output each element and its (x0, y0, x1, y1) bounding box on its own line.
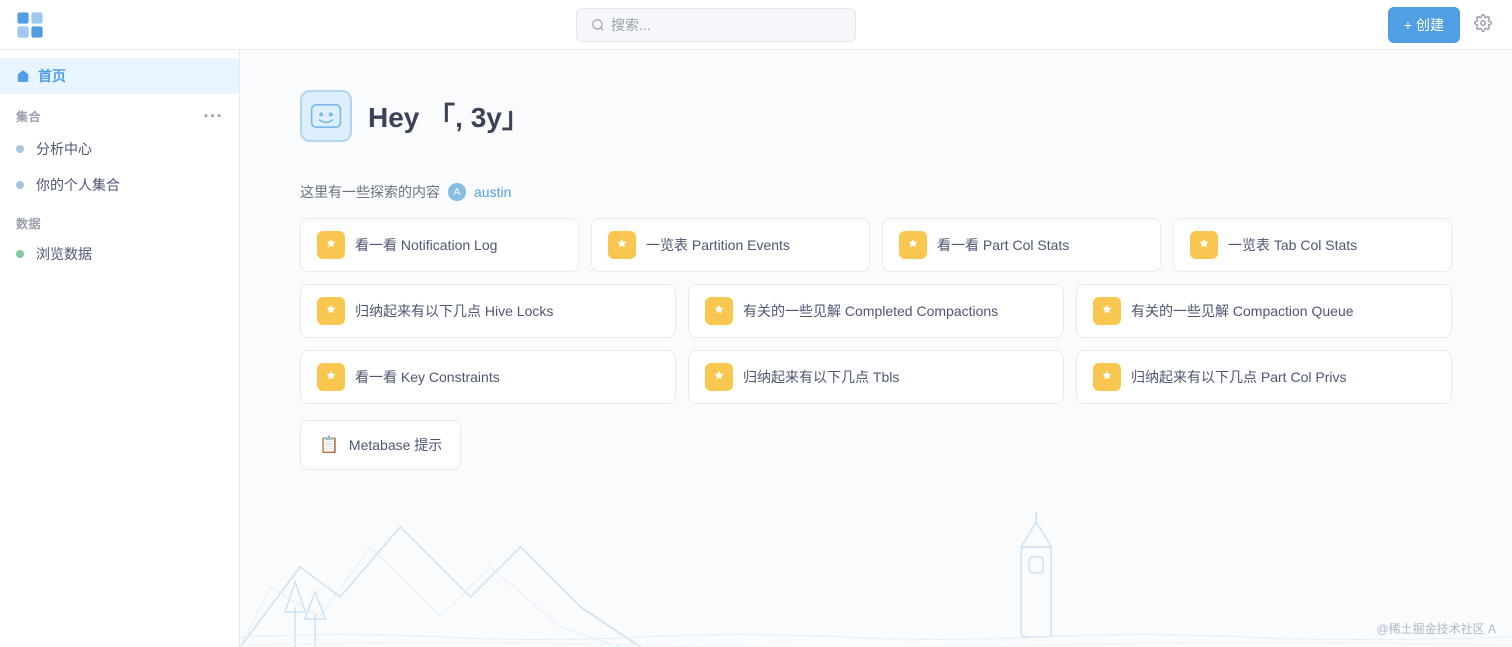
sidebar-personal-label: 你的个人集合 (36, 175, 120, 195)
gear-icon (1474, 14, 1492, 32)
main-content-area: Hey 「, 3y」 这里有一些探索的内容 A austin 看一看 Notif… (240, 50, 1512, 647)
card-partition-events[interactable]: 一览表 Partition Events (591, 218, 870, 272)
sidebar: 首页 集合 ··· 分析中心 你的个人集合 数据 浏览数据 (0, 50, 240, 647)
card-label: 归纳起来有以下几点 Tbls (743, 367, 899, 387)
greeting-avatar (300, 90, 352, 142)
card-icon-4 (1190, 231, 1218, 259)
navbar-right: + 创建 (1388, 7, 1496, 43)
sidebar-section-data: 数据 (0, 203, 239, 236)
search-placeholder: 搜索... (611, 15, 651, 35)
search-icon (591, 18, 605, 32)
card-part-col-privs[interactable]: 归纳起来有以下几点 Part Col Privs (1076, 350, 1452, 404)
hint-card-label: Metabase 提示 (349, 435, 442, 455)
main-content: Hey 「, 3y」 这里有一些探索的内容 A austin 看一看 Notif… (240, 50, 1512, 510)
user-avatar-icon: A (448, 183, 466, 201)
card-label: 看一看 Key Constraints (355, 367, 500, 387)
card-label: 一览表 Tab Col Stats (1228, 235, 1357, 255)
sidebar-section-collections: 集合 ··· (0, 94, 239, 131)
navbar-left (16, 11, 44, 39)
section-label: 这里有一些探索的内容 (300, 182, 440, 202)
card-icon-1 (317, 231, 345, 259)
card-grid: 看一看 Notification Log 一览表 Partition Event… (300, 218, 1452, 404)
card-icon-7 (1093, 297, 1121, 325)
hint-icon: 📋 (319, 435, 339, 455)
create-button[interactable]: + 创建 (1388, 7, 1460, 43)
card-icon-5 (317, 297, 345, 325)
card-notification-log[interactable]: 看一看 Notification Log (300, 218, 579, 272)
collections-more-icon[interactable]: ··· (204, 106, 223, 127)
card-label: 有关的一些见解 Compaction Queue (1131, 301, 1354, 321)
analytics-dot (16, 145, 24, 153)
sidebar-item-home[interactable]: 首页 (0, 58, 239, 94)
sidebar-item-personal[interactable]: 你的个人集合 (0, 167, 239, 203)
browse-dot (16, 250, 24, 258)
card-icon-8 (317, 363, 345, 391)
card-label: 看一看 Notification Log (355, 235, 497, 255)
card-key-constraints[interactable]: 看一看 Key Constraints (300, 350, 676, 404)
card-label: 看一看 Part Col Stats (937, 235, 1069, 255)
card-tab-col-stats[interactable]: 一览表 Tab Col Stats (1173, 218, 1452, 272)
card-tbls[interactable]: 归纳起来有以下几点 Tbls (688, 350, 1064, 404)
sidebar-home-label: 首页 (38, 66, 66, 86)
search-bar[interactable]: 搜索... (576, 8, 856, 42)
hint-card[interactable]: 📋 Metabase 提示 (300, 420, 461, 470)
card-icon-2 (608, 231, 636, 259)
card-icon-3 (899, 231, 927, 259)
sidebar-analytics-label: 分析中心 (36, 139, 92, 159)
card-hive-locks[interactable]: 归纳起来有以下几点 Hive Locks (300, 284, 676, 338)
card-compaction-queue[interactable]: 有关的一些见解 Compaction Queue (1076, 284, 1452, 338)
settings-button[interactable] (1470, 10, 1496, 39)
layout: 首页 集合 ··· 分析中心 你的个人集合 数据 浏览数据 (0, 50, 1512, 647)
personal-dot (16, 181, 24, 189)
greeting-text: Hey 「, 3y」 (368, 96, 530, 136)
navbar: 搜索... + 创建 (0, 0, 1512, 50)
card-part-col-stats[interactable]: 看一看 Part Col Stats (882, 218, 1161, 272)
sidebar-browse-label: 浏览数据 (36, 244, 92, 264)
card-row-2: 归纳起来有以下几点 Hive Locks 有关的一些见解 Completed C… (300, 284, 1452, 338)
card-completed-compactions[interactable]: 有关的一些见解 Completed Compactions (688, 284, 1064, 338)
card-row-3: 看一看 Key Constraints 归纳起来有以下几点 Tbls 归纳起来有… (300, 350, 1452, 404)
section-user-link[interactable]: austin (474, 184, 511, 200)
home-icon (16, 69, 30, 83)
section-title: 这里有一些探索的内容 A austin (300, 182, 1452, 202)
card-icon-10 (1093, 363, 1121, 391)
navbar-center: 搜索... (44, 8, 1388, 42)
watermark: @稀土掘金技术社区 A (1376, 620, 1496, 637)
sidebar-item-browse[interactable]: 浏览数据 (0, 236, 239, 272)
card-label: 归纳起来有以下几点 Part Col Privs (1131, 367, 1346, 387)
sidebar-item-analytics[interactable]: 分析中心 (0, 131, 239, 167)
card-label: 有关的一些见解 Completed Compactions (743, 301, 998, 321)
card-icon-9 (705, 363, 733, 391)
card-label: 一览表 Partition Events (646, 235, 790, 255)
card-icon-6 (705, 297, 733, 325)
card-row-1: 看一看 Notification Log 一览表 Partition Event… (300, 218, 1452, 272)
card-label: 归纳起来有以下几点 Hive Locks (355, 301, 553, 321)
greeting-section: Hey 「, 3y」 (300, 90, 1452, 142)
app-logo[interactable] (16, 11, 44, 39)
